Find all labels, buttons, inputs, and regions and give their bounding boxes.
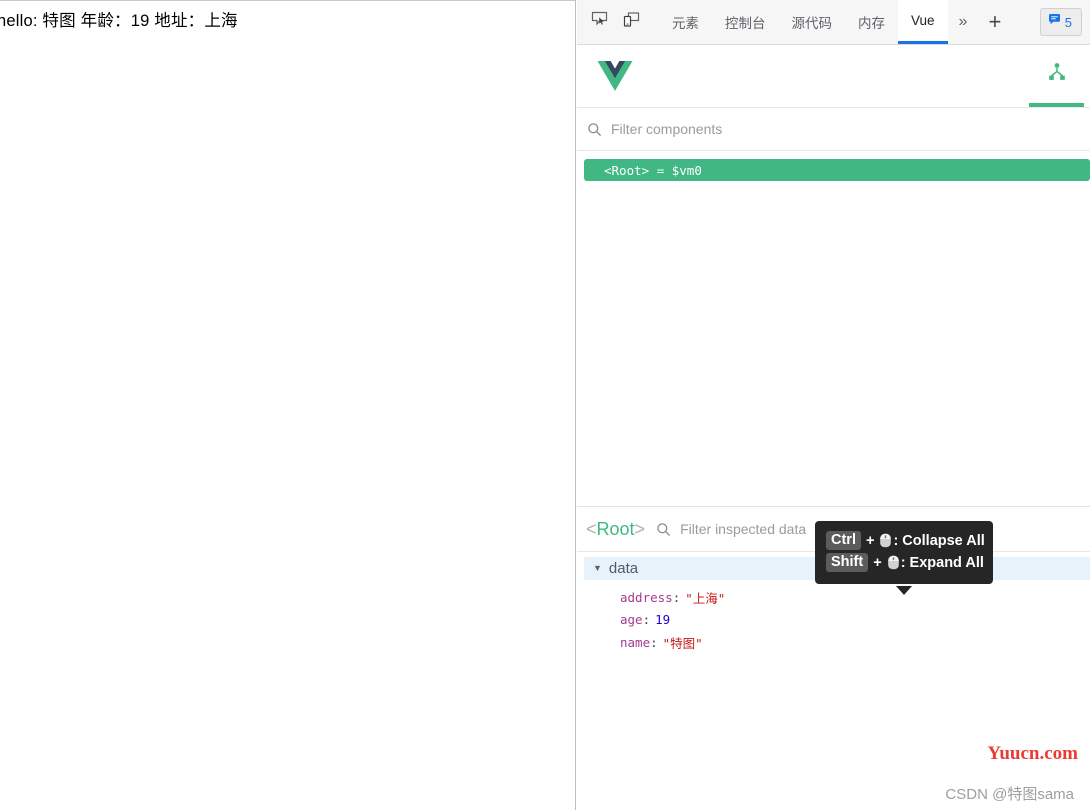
data-entry-value: 19 [655,612,671,628]
tab-sources[interactable]: 源代码 [779,0,846,44]
mouse-icon [879,533,892,548]
more-tabs-button[interactable]: » [948,0,979,44]
device-toolbar-button[interactable] [615,0,647,44]
add-tab-button[interactable]: + [978,0,1011,44]
data-entry-key: address [620,589,673,605]
kbd-ctrl: Ctrl [826,531,861,550]
tooltip-action-expand-all: : Expand All [900,554,984,571]
component-tree-row-root[interactable]: <Root> = $vm0 [584,159,1090,181]
vue-panel-tab-list [1029,45,1084,107]
search-icon [656,522,671,537]
component-tree-view: <Root> = $vm0 [577,151,1090,507]
inspected-data-panel: ▼ data address: "上海" age:19 name: "特图" [577,552,1090,772]
browser-page-viewport: hello: 特图 年龄：19 地址：上海 [0,0,576,810]
watermark-primary: Yuucn.com [987,743,1078,764]
message-bubble-icon [1048,13,1061,31]
chevron-down-icon[interactable]: ▼ [593,564,602,573]
filter-components-input[interactable] [611,121,1090,137]
data-entry-list: address: "上海" age:19 name: "特图" [577,580,1090,654]
breadcrumb-open-bracket: < [586,518,597,539]
component-tree-icon [1047,62,1067,87]
tooltip-action-collapse-all: : Collapse All [893,532,985,549]
vue-panel-header [577,45,1090,108]
data-entry-value: "特图" [662,635,703,651]
inspect-element-button[interactable] [583,0,615,44]
data-entry-colon: : [672,589,681,605]
data-entry-address[interactable]: address: "上海" [577,586,1090,609]
devtools-panel: 元素 控制台 源代码 内存 Vue » + 5 Filter component… [577,0,1090,810]
tooltip-arrow [896,586,912,595]
devtools-tab-list: 元素 控制台 源代码 内存 Vue [659,0,948,44]
search-icon [587,122,602,137]
tab-elements[interactable]: 元素 [659,0,712,44]
message-badge-count: 5 [1064,14,1072,30]
data-entry-key: name [620,634,651,650]
data-entry-name[interactable]: name: "特图" [577,631,1090,654]
data-group-label: data [608,560,639,577]
tooltip-plus: + [873,554,882,571]
watermark-secondary: CSDN @特图sama [945,786,1074,803]
breadcrumb-close-bracket: > [634,518,646,539]
inspector-breadcrumb[interactable]: <Root> [586,519,645,540]
device-toolbar-icon [623,11,640,33]
vue-logo-icon [597,60,633,92]
component-tree-row-label: <Root> = $vm0 [604,162,702,178]
tooltip-row-collapse-all: Ctrl + : Collapse All [826,531,985,550]
tooltip-plus: + [865,532,875,549]
tab-console[interactable]: 控制台 [712,0,779,44]
message-badge-button[interactable]: 5 [1039,8,1082,36]
page-content-text: hello: 特图 年龄：19 地址：上海 [0,12,238,30]
data-entry-value: "上海" [685,590,726,606]
tab-memory[interactable]: 内存 [845,0,898,44]
inspect-element-icon [591,11,608,33]
keyboard-shortcut-tooltip: Ctrl + : Collapse All Shift + : Expand A… [815,521,993,584]
vue-tab-components[interactable] [1029,45,1084,107]
data-entry-key: age [620,612,643,628]
data-entry-colon: : [642,612,651,628]
tab-vue[interactable]: Vue [898,0,948,44]
page-top-divider [0,0,575,1]
mouse-icon [887,555,900,570]
filter-components-bar [577,108,1090,151]
devtools-toolbar: 元素 控制台 源代码 内存 Vue » + 5 [577,0,1090,45]
breadcrumb-component-name: Root [596,518,635,539]
tooltip-row-expand-all: Shift + : Expand All [826,553,984,572]
data-entry-age[interactable]: age:19 [577,609,1090,632]
kbd-shift: Shift [826,553,869,572]
data-entry-colon: : [650,634,658,650]
